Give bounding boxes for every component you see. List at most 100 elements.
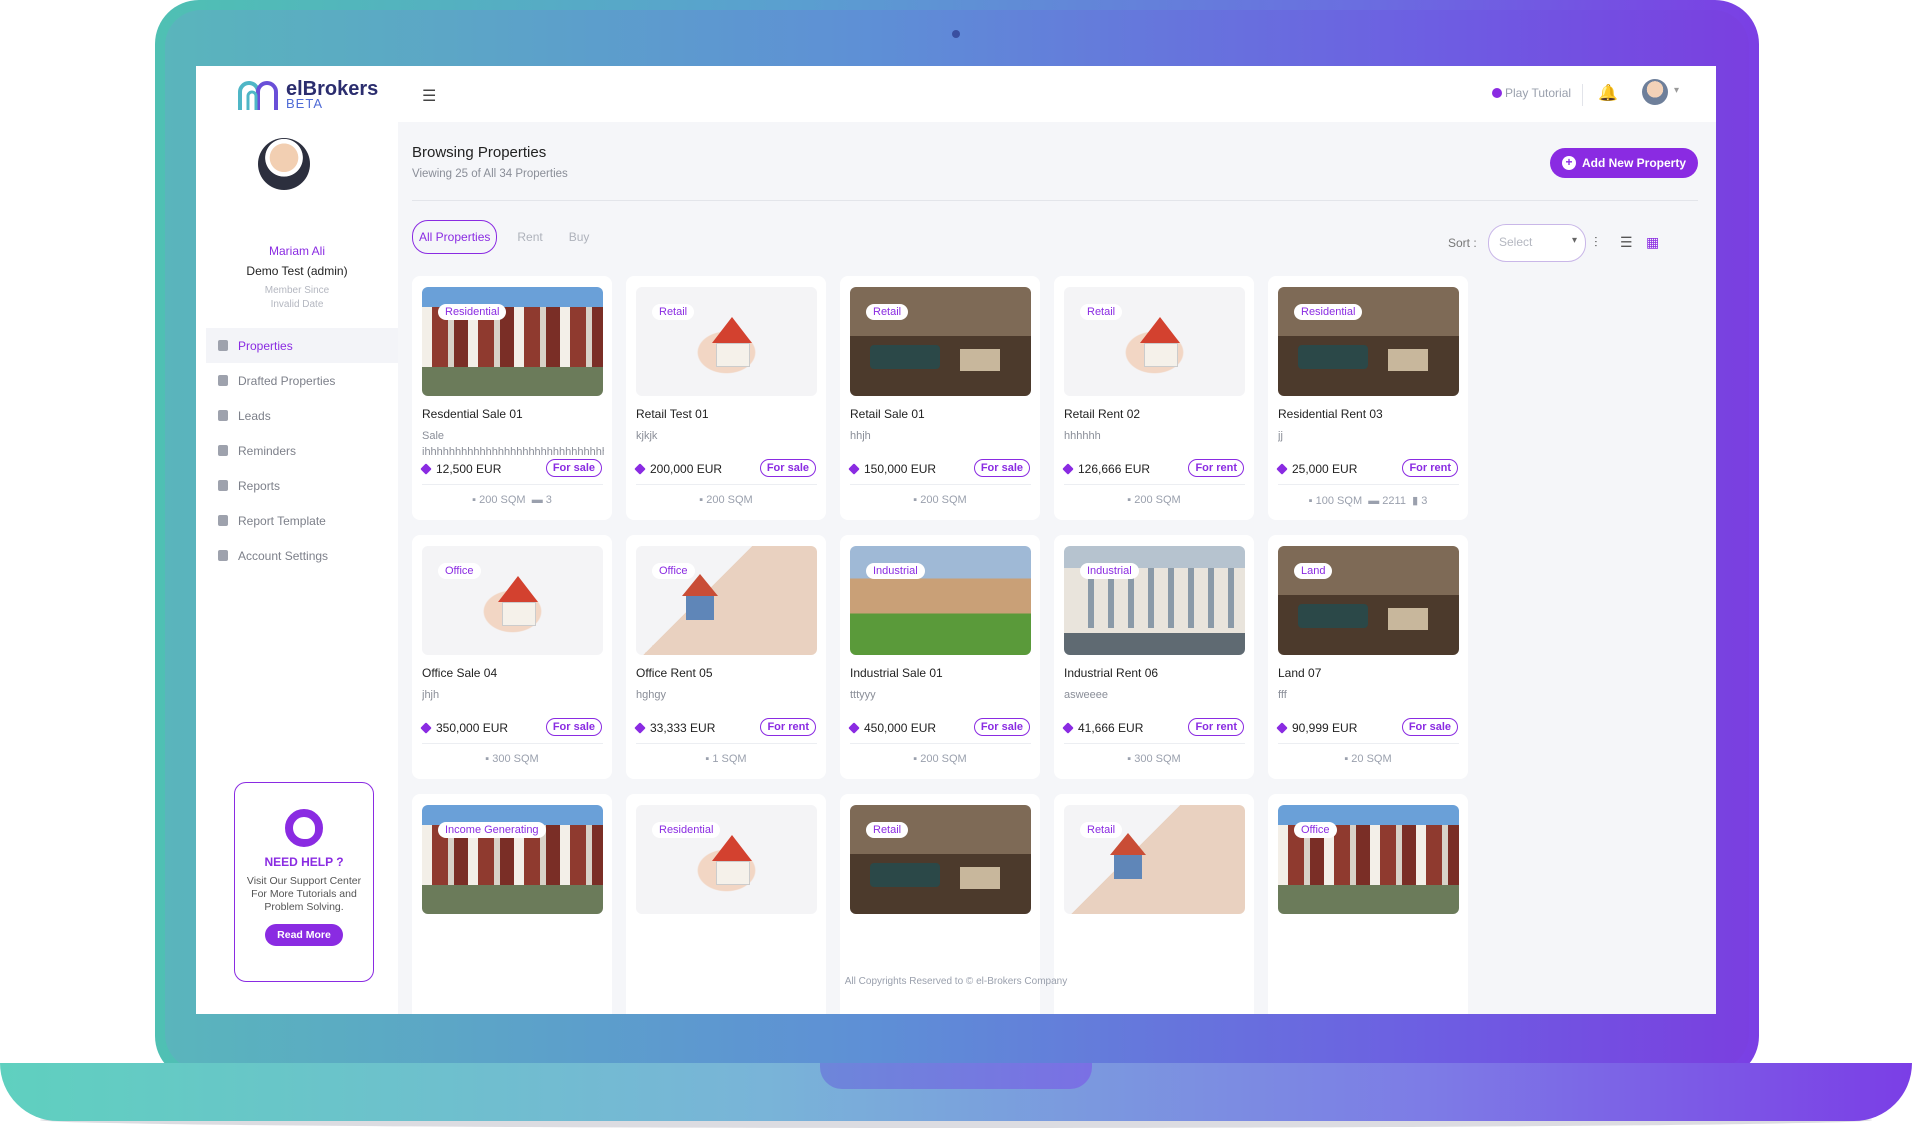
property-title[interactable]: Retail Sale 01 — [850, 407, 925, 421]
property-image[interactable]: Income Generating — [422, 805, 603, 914]
property-card[interactable]: Industrial Industrial Rent 06 asweeee 41,… — [1054, 535, 1254, 779]
property-title[interactable]: Retail Test 01 — [636, 407, 709, 421]
read-more-button[interactable]: Read More — [265, 924, 343, 946]
card-divider — [1064, 743, 1245, 744]
property-area: 20 SQM — [1351, 753, 1392, 765]
sidebar-item-reminders[interactable]: Reminders — [206, 433, 398, 468]
property-card[interactable]: Industrial Industrial Sale 01 tttyyy 450,… — [840, 535, 1040, 779]
sidebar-item-label: Report Template — [238, 513, 326, 528]
property-price-value: 90,999 EUR — [1292, 721, 1358, 735]
property-type-badge: Income Generating — [438, 822, 546, 838]
property-image[interactable]: Retail — [850, 805, 1031, 914]
filter-sliders-icon[interactable]: ⫶ — [1594, 234, 1598, 251]
gear-icon — [218, 550, 228, 561]
play-tutorial-label: Play Tutorial — [1505, 86, 1572, 100]
property-title[interactable]: Office Rent 05 — [636, 666, 713, 680]
property-price: 126,666 EUR — [1062, 462, 1151, 476]
sidebar-item-reports[interactable]: Reports — [206, 468, 398, 503]
property-card[interactable]: Retail Retail Rent 02 hhhhhh 126,666 EUR … — [1054, 276, 1254, 520]
property-description: hghgy — [636, 687, 818, 703]
property-image[interactable]: Retail — [1064, 287, 1245, 396]
sidebar-item-properties[interactable]: Properties — [206, 328, 398, 363]
area-icon: ▪ — [705, 753, 710, 765]
property-area: 300 SQM — [492, 753, 539, 765]
property-image[interactable]: Retail — [636, 287, 817, 396]
sort-select[interactable]: Select ▾ — [1488, 224, 1586, 262]
property-title[interactable]: Land 07 — [1278, 666, 1321, 680]
list-view-icon[interactable]: ☰ — [1620, 234, 1633, 251]
sidebar-item-label: Reports — [238, 478, 281, 493]
property-status-badge: For sale — [973, 459, 1030, 477]
property-card[interactable]: Office Office Rent 05 hghgy 33,333 EUR Fo… — [626, 535, 826, 779]
property-meta: ▪ 200 SQM — [840, 753, 1040, 765]
sidebar-item-label: Leads — [238, 408, 271, 423]
grid-view-icon[interactable]: ▦ — [1646, 234, 1659, 251]
property-image[interactable]: Residential — [636, 805, 817, 914]
sidebar-item-report-template[interactable]: Report Template — [206, 503, 398, 538]
card-divider — [636, 743, 817, 744]
tab-rent[interactable]: Rent — [511, 221, 548, 253]
chevron-down-icon[interactable]: ▾ — [1674, 85, 1679, 96]
property-image[interactable]: Office — [422, 546, 603, 655]
camera-dot — [952, 30, 960, 38]
property-price-value: 126,666 EUR — [1078, 462, 1151, 476]
tab-buy[interactable]: Buy — [563, 221, 596, 253]
app-logo[interactable]: elBrokers BETA — [236, 78, 378, 112]
property-desc-line: hhhhhh — [1064, 430, 1101, 442]
topbar-divider — [1582, 84, 1583, 106]
property-area: 300 SQM — [1134, 753, 1181, 765]
property-title[interactable]: Retail Rent 02 — [1064, 407, 1140, 421]
lifebuoy-icon — [285, 809, 323, 847]
property-title[interactable]: Office Sale 04 — [422, 666, 497, 680]
sidebar-item-label: Account Settings — [238, 548, 329, 563]
sidebar-item-account-settings[interactable]: Account Settings — [206, 538, 398, 573]
property-image[interactable]: Residential — [422, 287, 603, 396]
property-image[interactable]: Office — [636, 546, 817, 655]
property-image[interactable]: Industrial — [850, 546, 1031, 655]
price-tag-icon — [1276, 722, 1288, 734]
property-card[interactable]: Land Land 07 fff 90,999 EUR For sale ▪ 20… — [1268, 535, 1468, 779]
property-area: 200 SQM — [1134, 494, 1181, 506]
property-image[interactable]: Office — [1278, 805, 1459, 914]
price-tag-icon — [420, 463, 432, 475]
property-price: 150,000 EUR — [848, 462, 937, 476]
area-icon: ▪ — [1127, 753, 1132, 765]
property-type-badge: Residential — [438, 304, 507, 320]
filter-tabs: All Properties Rent Buy — [412, 220, 595, 254]
property-title[interactable]: Industrial Sale 01 — [850, 666, 943, 680]
property-type-badge: Office — [652, 563, 695, 579]
sidebar-item-drafted-properties[interactable]: Drafted Properties — [206, 363, 398, 398]
property-image[interactable]: Industrial — [1064, 546, 1245, 655]
play-tutorial-link[interactable]: Play Tutorial — [1492, 86, 1571, 100]
property-title[interactable]: Residential Rent 03 — [1278, 407, 1383, 421]
user-avatar[interactable] — [1642, 79, 1668, 105]
tab-all-properties[interactable]: All Properties — [412, 220, 498, 254]
property-card[interactable]: Residential Resdential Sale 01 Sale ihhhh… — [412, 276, 612, 520]
property-card[interactable]: Retail Retail Sale 01 hhjh 150,000 EUR Fo… — [840, 276, 1040, 520]
property-card[interactable]: Retail Retail Test 01 kjkjk 200,000 EUR F… — [626, 276, 826, 520]
property-image[interactable]: Retail — [850, 287, 1031, 396]
property-image[interactable]: Land — [1278, 546, 1459, 655]
property-meta: ▪ 300 SQM — [412, 753, 612, 765]
bell-icon[interactable]: 🔔 — [1598, 83, 1618, 103]
property-card[interactable]: Residential Residential Rent 03 jj 25,000… — [1268, 276, 1468, 520]
property-status-badge: For sale — [545, 459, 602, 477]
property-desc-line: fff — [1278, 689, 1287, 701]
property-image[interactable]: Residential — [1278, 287, 1459, 396]
member-since-value: Invalid Date — [270, 299, 324, 310]
laptop-mockup: elBrokers BETA ☰ Play Tutorial 🔔 ▾ Maria… — [0, 0, 1912, 1134]
menu-toggle-icon[interactable]: ☰ — [422, 86, 436, 106]
property-image[interactable]: Retail — [1064, 805, 1245, 914]
property-area: 200 SQM — [706, 494, 753, 506]
price-tag-icon — [848, 463, 860, 475]
property-title[interactable]: Resdential Sale 01 — [422, 407, 523, 421]
property-price-value: 150,000 EUR — [864, 462, 937, 476]
property-card[interactable]: Office Office Sale 04 jhjh 350,000 EUR Fo… — [412, 535, 612, 779]
property-type-badge: Industrial — [866, 563, 925, 579]
property-meta: ▪ 200 SQM — [626, 494, 826, 506]
add-new-property-button[interactable]: + Add New Property — [1550, 148, 1698, 178]
property-price: 450,000 EUR — [848, 721, 936, 735]
property-title[interactable]: Industrial Rent 06 — [1064, 666, 1158, 680]
grid-icon — [218, 515, 228, 526]
sidebar-item-leads[interactable]: Leads — [206, 398, 398, 433]
